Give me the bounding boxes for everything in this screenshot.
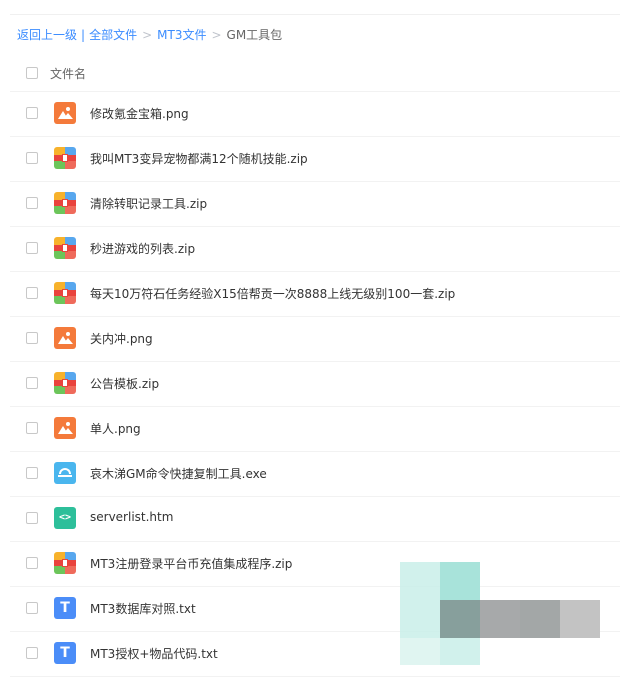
file-name-link[interactable]: 清除转职记录工具.zip bbox=[90, 195, 207, 212]
text-file-icon: T bbox=[54, 597, 76, 619]
select-all-checkbox[interactable] bbox=[26, 67, 38, 79]
mosaic-overlay bbox=[560, 600, 600, 638]
file-row[interactable]: 关内冲.png bbox=[10, 316, 620, 362]
exe-file-icon bbox=[54, 462, 76, 484]
mosaic-overlay bbox=[480, 600, 520, 638]
file-row[interactable]: 单人.png bbox=[10, 406, 620, 452]
mosaic-overlay bbox=[520, 600, 560, 638]
file-checkbox[interactable] bbox=[26, 152, 38, 164]
file-name-link[interactable]: 我叫MT3变异宠物都满12个随机技能.zip bbox=[90, 150, 308, 167]
zip-file-icon bbox=[54, 147, 76, 169]
breadcrumb-divider: | bbox=[81, 28, 86, 42]
image-file-icon bbox=[54, 102, 76, 124]
breadcrumb-current: GM工具包 bbox=[226, 28, 283, 42]
file-checkbox[interactable] bbox=[26, 332, 38, 344]
zip-file-icon bbox=[54, 552, 76, 574]
file-row[interactable]: 每天10万符石任务经验X15倍帮贡一次8888上线无级别100一套.zip bbox=[10, 271, 620, 317]
file-checkbox[interactable] bbox=[26, 647, 38, 659]
file-row[interactable]: 修改氪金宝箱.png bbox=[10, 91, 620, 137]
file-checkbox[interactable] bbox=[26, 107, 38, 119]
zip-file-icon bbox=[54, 237, 76, 259]
file-row[interactable]: MT3注册登录平台币充值集成程序.zip bbox=[10, 541, 620, 587]
file-checkbox[interactable] bbox=[26, 377, 38, 389]
breadcrumb: 返回上一级 | 全部文件 > MT3文件 > GM工具包 bbox=[17, 27, 282, 43]
mosaic-overlay bbox=[440, 562, 480, 600]
file-checkbox[interactable] bbox=[26, 467, 38, 479]
breadcrumb-separator: > bbox=[211, 28, 222, 42]
file-checkbox[interactable] bbox=[26, 602, 38, 614]
image-file-icon bbox=[54, 417, 76, 439]
file-name-link[interactable]: 公告模板.zip bbox=[90, 375, 159, 392]
zip-file-icon bbox=[54, 372, 76, 394]
mosaic-overlay bbox=[400, 638, 440, 665]
file-row[interactable]: 清除转职记录工具.zip bbox=[10, 181, 620, 227]
zip-file-icon bbox=[54, 282, 76, 304]
back-link[interactable]: 返回上一级 bbox=[17, 28, 77, 42]
file-name-link[interactable]: 秒进游戏的列表.zip bbox=[90, 240, 195, 257]
top-divider bbox=[10, 14, 620, 15]
column-header-filename[interactable]: 文件名 bbox=[50, 65, 86, 82]
file-row[interactable]: 公告模板.zip bbox=[10, 361, 620, 407]
file-checkbox[interactable] bbox=[26, 287, 38, 299]
breadcrumb-all-files[interactable]: 全部文件 bbox=[89, 28, 137, 42]
breadcrumb-separator: > bbox=[142, 28, 153, 42]
file-name-link[interactable]: 修改氪金宝箱.png bbox=[90, 105, 189, 122]
breadcrumb-mt3-folder[interactable]: MT3文件 bbox=[157, 28, 206, 42]
file-name-link[interactable]: 每天10万符石任务经验X15倍帮贡一次8888上线无级别100一套.zip bbox=[90, 285, 455, 302]
mosaic-overlay bbox=[440, 600, 480, 638]
file-row[interactable]: 我叫MT3变异宠物都满12个随机技能.zip bbox=[10, 136, 620, 182]
file-name-link[interactable]: 哀木涕GM命令快捷复制工具.exe bbox=[90, 465, 267, 482]
image-file-icon bbox=[54, 327, 76, 349]
file-list-header: 文件名 bbox=[10, 56, 620, 92]
file-row[interactable]: <> serverlist.htm bbox=[10, 496, 620, 542]
file-checkbox[interactable] bbox=[26, 197, 38, 209]
file-checkbox[interactable] bbox=[26, 512, 38, 524]
file-name-link[interactable]: serverlist.htm bbox=[90, 510, 173, 524]
file-name-link[interactable]: MT3注册登录平台币充值集成程序.zip bbox=[90, 555, 292, 572]
file-row[interactable]: 哀木涕GM命令快捷复制工具.exe bbox=[10, 451, 620, 497]
file-name-link[interactable]: 关内冲.png bbox=[90, 330, 153, 347]
text-file-icon: T bbox=[54, 642, 76, 664]
file-name-link[interactable]: 单人.png bbox=[90, 420, 141, 437]
code-file-icon: <> bbox=[54, 507, 76, 529]
file-row[interactable]: 秒进游戏的列表.zip bbox=[10, 226, 620, 272]
file-checkbox[interactable] bbox=[26, 242, 38, 254]
zip-file-icon bbox=[54, 192, 76, 214]
file-name-link[interactable]: MT3数据库对照.txt bbox=[90, 600, 196, 617]
file-checkbox[interactable] bbox=[26, 422, 38, 434]
file-name-link[interactable]: MT3授权+物品代码.txt bbox=[90, 645, 218, 662]
file-checkbox[interactable] bbox=[26, 557, 38, 569]
